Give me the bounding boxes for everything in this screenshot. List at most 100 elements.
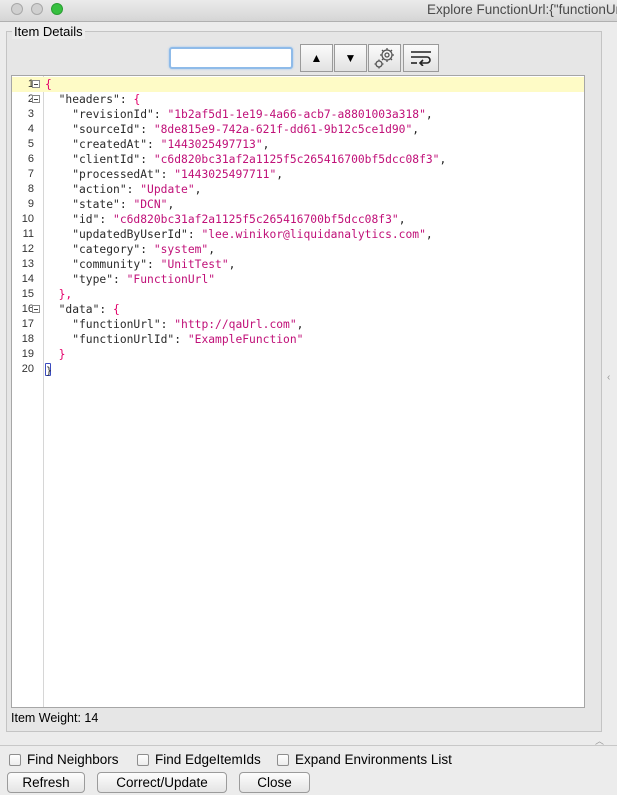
line-number: 12 — [21, 243, 34, 255]
code-line[interactable]: 13 "community": "UnitTest", — [12, 257, 584, 272]
json-punct: , — [262, 138, 270, 151]
code-line[interactable]: 10 "id": "c6d820bc31af2a1125f5c265416700… — [12, 212, 584, 227]
fold-toggle-icon[interactable] — [32, 95, 40, 103]
code-line[interactable]: 16 "data": { — [12, 302, 584, 317]
json-value: "1443025497711" — [174, 168, 277, 181]
code-line[interactable]: 6 "clientId": "c6d820bc31af2a1125f5c2654… — [12, 152, 584, 167]
line-number: 17 — [21, 318, 34, 330]
json-value: "Update" — [140, 183, 195, 196]
code-line[interactable]: 7 "processedAt": "1443025497711", — [12, 167, 584, 182]
checkbox-icon[interactable] — [9, 753, 21, 766]
json-punct: : — [153, 108, 168, 121]
correct-update-button[interactable]: Correct/Update — [97, 772, 227, 793]
json-punct: { — [133, 93, 141, 106]
json-punct: , — [276, 168, 284, 181]
code-line[interactable]: 4 "sourceId": "8de815e9-742a-621f-dd61-9… — [12, 122, 584, 137]
fold-toggle-icon[interactable] — [32, 80, 40, 88]
line-number: 7 — [27, 168, 34, 180]
json-value: "FunctionUrl" — [126, 273, 216, 286]
close-window-button[interactable] — [11, 3, 23, 15]
search-input[interactable] — [169, 47, 293, 69]
minimize-window-button[interactable] — [31, 3, 43, 15]
refresh-button[interactable]: Refresh — [7, 772, 85, 793]
json-value: "ExampleFunction" — [187, 333, 304, 346]
code-text: "createdAt": "1443025497713", — [45, 137, 269, 152]
line-number: 15 — [21, 288, 34, 300]
line-number: 10 — [21, 213, 34, 225]
json-punct: : — [147, 138, 161, 151]
json-punct: : — [187, 228, 202, 241]
expand-environments-checkbox[interactable]: Expand Environments List — [277, 752, 452, 767]
code-text: "revisionId": "1b2af5d1-1e19-4a66-acb7-a… — [45, 107, 433, 122]
code-text: "action": "Update", — [45, 182, 201, 197]
collapse-arrow-icon[interactable]: ‹ — [607, 372, 610, 383]
code-text: "category": "system", — [45, 242, 215, 257]
json-punct: : — [119, 93, 134, 106]
code-text: } — [45, 347, 66, 362]
fold-toggle-icon[interactable] — [32, 305, 40, 313]
code-line[interactable]: 17 "functionUrl": "http://qaUrl.com", — [12, 317, 584, 332]
code-line[interactable]: 5 "createdAt": "1443025497713", — [12, 137, 584, 152]
find-edge-item-ids-label: Find EdgeItemIds — [155, 752, 261, 767]
json-punct: , — [167, 198, 175, 211]
find-edge-item-ids-checkbox[interactable]: Find EdgeItemIds — [137, 752, 261, 767]
json-value: "system" — [153, 243, 209, 256]
item-weight-label: Item Weight: 14 — [11, 711, 99, 725]
checkbox-icon[interactable] — [277, 753, 289, 766]
code-line[interactable]: 11 "updatedByUserId": "lee.winikor@liqui… — [12, 227, 584, 242]
json-key: "headers" — [45, 93, 120, 106]
code-line[interactable]: 1{ — [12, 77, 584, 92]
json-punct: : — [174, 333, 188, 346]
zoom-window-button[interactable] — [51, 3, 63, 15]
json-punct: : — [140, 153, 154, 166]
json-punct: : — [99, 213, 114, 226]
json-key: "functionUrl" — [45, 318, 161, 331]
code-line[interactable]: 9 "state": "DCN", — [12, 197, 584, 212]
checkbox-icon[interactable] — [137, 753, 149, 766]
code-text: "data": { — [45, 302, 120, 317]
code-line[interactable]: 2 "headers": { — [12, 92, 584, 107]
code-line[interactable]: 18 "functionUrlId": "ExampleFunction" — [12, 332, 584, 347]
json-editor[interactable]: 1{2 "headers": {3 "revisionId": "1b2af5d… — [11, 75, 585, 708]
json-value: "lee.winikor@liquidanalytics.com" — [201, 228, 426, 241]
code-text: "clientId": "c6d820bc31af2a1125f5c265416… — [45, 152, 446, 167]
word-wrap-button[interactable] — [403, 44, 439, 72]
code-line[interactable]: 3 "revisionId": "1b2af5d1-1e19-4a66-acb7… — [12, 107, 584, 122]
code-text: } — [45, 362, 52, 377]
json-punct: : — [160, 318, 175, 331]
json-value: "1443025497713" — [160, 138, 263, 151]
gear-icon — [374, 48, 394, 69]
line-number: 13 — [21, 258, 34, 270]
find-previous-button[interactable]: ▲ — [300, 44, 333, 72]
code-line[interactable]: 8 "action": "Update", — [12, 182, 584, 197]
json-key: "functionUrlId" — [45, 333, 175, 346]
json-punct: , — [194, 183, 202, 196]
find-neighbors-checkbox[interactable]: Find Neighbors — [9, 752, 119, 767]
json-punct: , — [412, 123, 420, 136]
json-key: "processedAt" — [45, 168, 161, 181]
json-value: "c6d820bc31af2a1125f5c265416700bf5dcc08f… — [153, 153, 440, 166]
json-punct: , — [425, 108, 433, 121]
json-punct: { — [113, 303, 120, 316]
code-line[interactable]: 19 } — [12, 347, 584, 362]
search-options-button[interactable] — [368, 44, 401, 72]
line-number: 5 — [27, 138, 34, 150]
code-line[interactable]: 14 "type": "FunctionUrl" — [12, 272, 584, 287]
json-punct: { — [45, 78, 52, 91]
code-line[interactable]: 12 "category": "system", — [12, 242, 584, 257]
close-button[interactable]: Close — [239, 772, 310, 793]
json-key: "data" — [45, 303, 100, 316]
json-punct: , — [228, 258, 236, 271]
json-key: "type" — [45, 273, 114, 286]
json-key: "community" — [45, 258, 148, 271]
json-key: "revisionId" — [45, 108, 154, 121]
json-punct: : — [160, 168, 175, 181]
down-arrow-icon: ▼ — [344, 51, 357, 65]
find-next-button[interactable]: ▼ — [334, 44, 367, 72]
line-number: 9 — [27, 198, 34, 210]
code-line[interactable]: 20} — [12, 362, 584, 377]
json-punct: : — [113, 273, 127, 286]
code-line[interactable]: 15 }, — [12, 287, 584, 302]
code-text: "state": "DCN", — [45, 197, 174, 212]
json-key: "category" — [45, 243, 141, 256]
